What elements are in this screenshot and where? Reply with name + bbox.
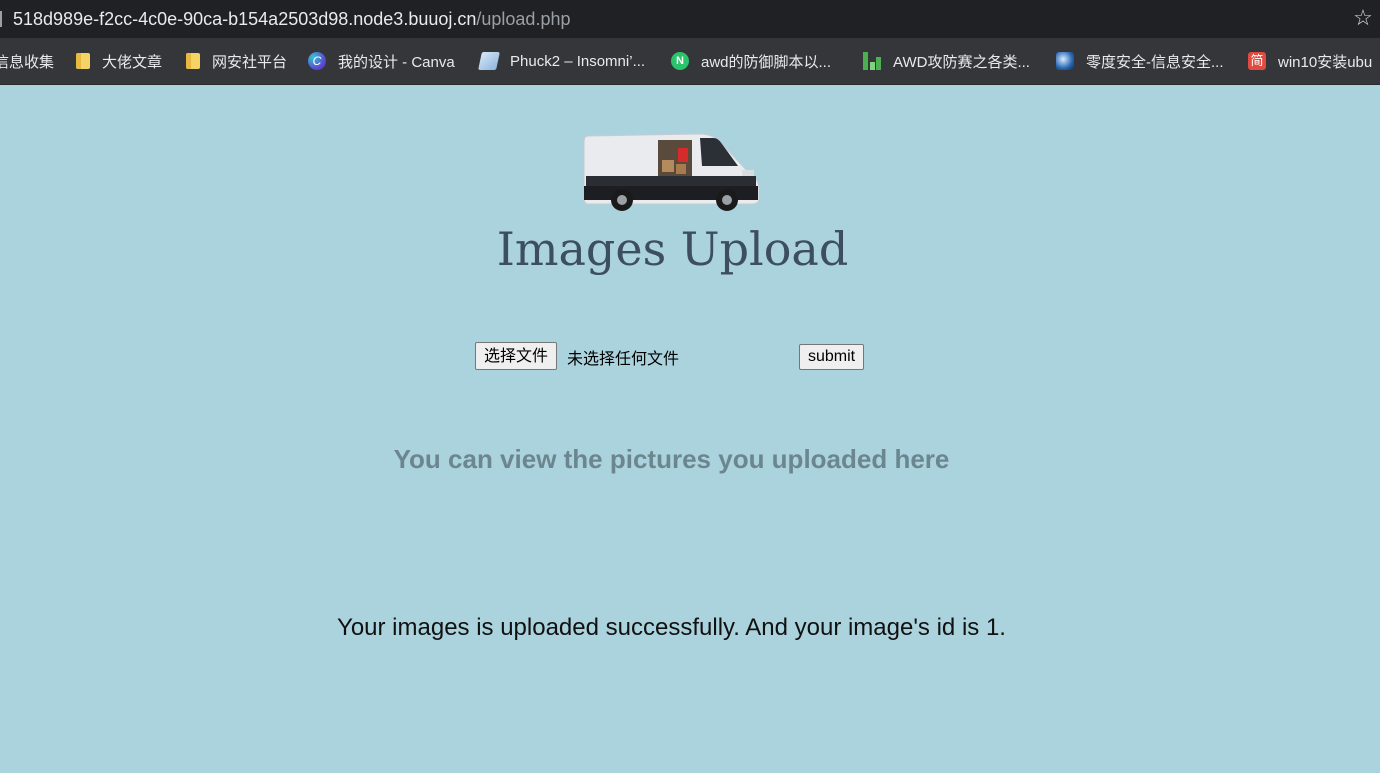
upload-form: 选择文件 未选择任何文件 submit — [475, 342, 895, 372]
bookmark-item[interactable]: 网安社平台 — [184, 50, 287, 72]
submit-button[interactable]: submit — [799, 344, 865, 370]
url-path: /upload.php — [476, 9, 571, 29]
bar-logo-icon — [863, 52, 881, 70]
bookmark-label: AWD攻防赛之各类... — [893, 53, 1030, 71]
bookmark-label: Phuck2 – Insomni’... — [510, 52, 646, 70]
url-text[interactable]: 518d989e-f2cc-4c0e-90ca-b154a2503d98.nod… — [13, 8, 570, 30]
document-icon — [478, 52, 500, 70]
bookmark-star-icon[interactable]: ☆ — [1352, 7, 1374, 29]
url-host: 518d989e-f2cc-4c0e-90ca-b154a2503d98.nod… — [13, 9, 477, 29]
browser-chrome: 518d989e-f2cc-4c0e-90ca-b154a2503d98.nod… — [0, 0, 1380, 85]
bookmark-item[interactable]: Phuck2 – Insomni’... — [478, 50, 646, 72]
bookmark-label: 大佬文章 — [102, 53, 163, 71]
bookmark-label: win10安装ubu — [1278, 53, 1373, 71]
address-bar-edge — [0, 11, 2, 27]
bookmark-item[interactable]: C 我的设计 - Canva — [308, 50, 455, 72]
bookmark-item[interactable]: 零度安全-信息安全... — [1056, 50, 1224, 72]
bookmark-item[interactable]: N awd的防御脚本以... — [671, 50, 831, 72]
canva-icon: C — [308, 52, 326, 70]
bookmark-item[interactable]: 大佬文章 — [74, 50, 162, 72]
bookmark-item[interactable]: 简 win10安装ubu — [1248, 50, 1372, 72]
n-logo-icon: N — [671, 52, 689, 70]
no-file-chosen-text: 未选择任何文件 — [567, 349, 680, 368]
bookmark-item[interactable]: AWD攻防赛之各类... — [863, 50, 1030, 72]
bookmark-label: 信息收集 — [0, 53, 55, 71]
bookmark-item[interactable]: 信息收集 — [0, 50, 54, 72]
globe-icon — [1056, 52, 1074, 70]
choose-file-button[interactable]: 选择文件 — [475, 342, 558, 370]
van-logo — [583, 133, 760, 211]
bookmark-label: 网安社平台 — [212, 53, 288, 71]
bookmark-label: awd的防御脚本以... — [701, 53, 832, 71]
address-bar[interactable]: 518d989e-f2cc-4c0e-90ca-b154a2503d98.nod… — [0, 0, 1380, 38]
folder-icon — [186, 53, 200, 69]
bookmark-label: 我的设计 - Canva — [338, 53, 455, 71]
bookmarks-bar: 信息收集 大佬文章 网安社平台 C 我的设计 - Canva Phuck2 – … — [0, 38, 1380, 85]
view-pictures-hint: You can view the pictures you uploaded h… — [393, 444, 950, 474]
bookmark-label: 零度安全-信息安全... — [1086, 53, 1224, 71]
upload-success-message: Your images is uploaded successfully. An… — [337, 614, 1006, 641]
folder-icon — [76, 53, 90, 69]
page-body: Images Upload 选择文件 未选择任何文件 submit You ca… — [0, 84, 1380, 773]
jian-icon: 简 — [1248, 52, 1266, 70]
page-title: Images Upload — [496, 222, 849, 276]
